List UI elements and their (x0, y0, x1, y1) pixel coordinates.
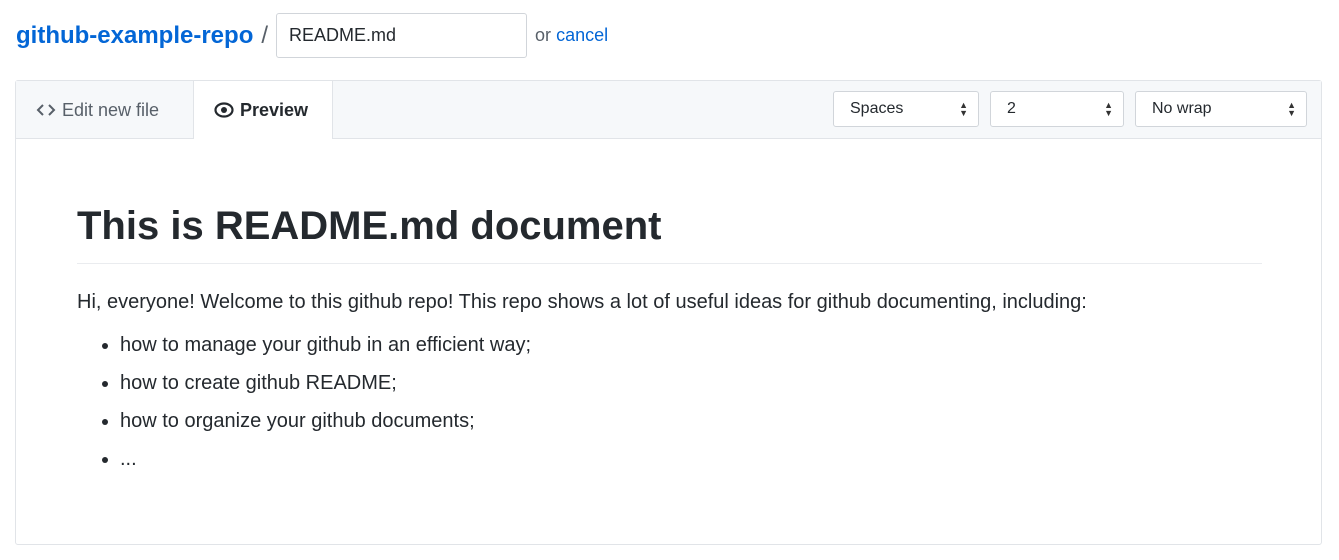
cancel-prompt: or cancel (535, 25, 608, 46)
preview-list: how to manage your github in an efficien… (77, 326, 531, 478)
tab-preview[interactable]: Preview (193, 80, 333, 139)
preview-paragraph: Hi, everyone! Welcome to this github rep… (77, 291, 1087, 313)
breadcrumb: github-example-repo / or cancel (16, 13, 608, 58)
list-item: how to create github README; (120, 364, 531, 402)
list-item: how to manage your github in an efficien… (120, 326, 531, 364)
tab-label: Edit new file (62, 99, 160, 120)
tab-label: Preview (240, 99, 309, 120)
list-item: ... (120, 440, 531, 478)
select-value: No wrap (1152, 100, 1212, 117)
preview-heading: This is README.md document (77, 204, 1262, 264)
list-item: how to organize your github documents; (120, 402, 531, 440)
editor-container: Edit new file Preview Spaces ▲ ▼ 2 ▲ ▼ No wr… (15, 80, 1322, 545)
cancel-link[interactable]: cancel (556, 25, 608, 45)
or-text: or (535, 25, 552, 45)
select-value: Spaces (850, 100, 904, 117)
indent-mode-select[interactable]: Spaces ▲ ▼ (833, 91, 979, 127)
filename-input[interactable] (276, 13, 528, 58)
select-arrows-icon: ▲ ▼ (1104, 100, 1113, 118)
path-separator: / (261, 21, 269, 49)
select-value: 2 (1007, 100, 1016, 117)
repo-link[interactable]: github-example-repo (16, 22, 253, 50)
editor-toolbar: Edit new file Preview Spaces ▲ ▼ 2 ▲ ▼ No wr… (16, 80, 1321, 139)
tab-edit-new-file[interactable]: Edit new file (16, 81, 193, 139)
select-arrows-icon: ▲ ▼ (959, 100, 968, 118)
select-arrows-icon: ▲ ▼ (1287, 100, 1296, 118)
indent-size-select[interactable]: 2 ▲ ▼ (990, 91, 1124, 127)
eye-icon (214, 102, 234, 118)
wrap-mode-select[interactable]: No wrap ▲ ▼ (1135, 91, 1307, 127)
code-icon (36, 104, 56, 116)
